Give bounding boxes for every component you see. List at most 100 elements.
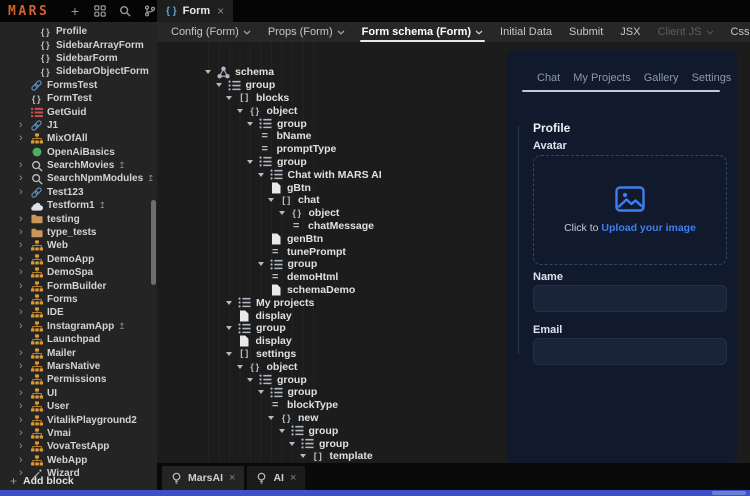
chevron-right-icon[interactable]: › (19, 415, 30, 426)
tree-node-group-20[interactable]: group (157, 322, 505, 335)
tree-node-demohtml-16[interactable]: =demoHtml (157, 271, 505, 284)
tree-node-bname-5[interactable]: =bName (157, 130, 505, 143)
tab-config-form[interactable]: Config (Form) (169, 22, 253, 42)
tree-node-group-7[interactable]: group (157, 156, 505, 169)
chevron-expanded-icon[interactable] (247, 160, 258, 164)
tree-node-display-19[interactable]: display (157, 309, 505, 322)
chevron-expanded-icon[interactable] (247, 378, 258, 382)
sidebar-item-profile[interactable]: { }Profile (0, 25, 157, 38)
chevron-expanded-icon[interactable] (226, 96, 237, 100)
tab-client-js[interactable]: Client JS (655, 22, 715, 42)
sidebar-item-sidebarobjectform[interactable]: { }SidebarObjectForm (0, 65, 157, 78)
sidebar-item-instagramapp[interactable]: ›InstagramApp↥ (0, 320, 157, 333)
chevron-expanded-icon[interactable] (247, 122, 258, 126)
statusbar-scroll-thumb[interactable] (712, 491, 746, 495)
avatar-upload-dropzone[interactable]: Click to Upload your image (533, 155, 727, 265)
sidebar-item-searchmovies[interactable]: ›SearchMovies↥ (0, 159, 157, 172)
tree-node-template-30[interactable]: [ ]template (157, 450, 505, 463)
sidebar-item-webapp[interactable]: ›WebApp (0, 454, 157, 467)
chevron-right-icon[interactable]: › (19, 227, 30, 238)
chevron-expanded-icon[interactable] (279, 211, 290, 215)
chevron-right-icon[interactable]: › (19, 294, 30, 305)
search-icon[interactable] (118, 4, 132, 18)
chevron-expanded-icon[interactable] (226, 326, 237, 330)
sidebar-item-testform1[interactable]: Testform1↥ (0, 199, 157, 212)
tab-initial-data[interactable]: Initial Data (498, 22, 554, 42)
close-icon[interactable]: × (217, 4, 224, 18)
sidebar-item-forms[interactable]: ›Forms (0, 293, 157, 306)
chevron-right-icon[interactable]: › (19, 120, 30, 131)
sidebar-item-testing[interactable]: ›testing (0, 212, 157, 225)
bottom-tab-marsai[interactable]: MarsAI× (162, 466, 244, 490)
sidebar-item-mailer[interactable]: ›Mailer (0, 346, 157, 359)
sidebar-item-openaibasics[interactable]: OpenAiBasics (0, 146, 157, 159)
tree-node-group-25[interactable]: group (157, 386, 505, 399)
tree-node-schemademo-17[interactable]: schemaDemo (157, 284, 505, 297)
preview-tab-gallery[interactable]: Gallery (644, 72, 679, 84)
chevron-right-icon[interactable]: › (19, 321, 30, 332)
preview-tab-settings[interactable]: Settings (692, 72, 732, 84)
chevron-expanded-icon[interactable] (258, 173, 269, 177)
sidebar-item-formbuilder[interactable]: ›FormBuilder (0, 279, 157, 292)
tree-node-prompttype-6[interactable]: =promptType (157, 143, 505, 156)
chevron-right-icon[interactable]: › (19, 348, 30, 359)
tree-node-settings-22[interactable]: [ ]settings (157, 348, 505, 361)
sidebar-item-demoapp[interactable]: ›DemoApp (0, 253, 157, 266)
tree-node-my-projects-18[interactable]: My projects (157, 296, 505, 309)
sidebar-item-vitalikplayground2[interactable]: ›VitalikPlayground2 (0, 413, 157, 426)
sidebar-item-j1[interactable]: ›J1 (0, 119, 157, 132)
tree-node-group-28[interactable]: group (157, 424, 505, 437)
chevron-right-icon[interactable]: › (19, 307, 30, 318)
chevron-expanded-icon[interactable] (216, 83, 227, 87)
sidebar-scrollbar-thumb[interactable] (151, 200, 156, 285)
chevron-expanded-icon[interactable] (205, 70, 216, 74)
chevron-expanded-icon[interactable] (237, 109, 248, 113)
sidebar-item-type-tests[interactable]: ›type_tests (0, 226, 157, 239)
tree-node-new-27[interactable]: { }new (157, 412, 505, 425)
email-input[interactable] (533, 338, 727, 365)
sidebar-item-vmai[interactable]: ›Vmai (0, 427, 157, 440)
sidebar-item-permissions[interactable]: ›Permissions (0, 373, 157, 386)
tab-props-form[interactable]: Props (Form) (266, 22, 347, 42)
chevron-expanded-icon[interactable] (226, 352, 237, 356)
tree-node-object-23[interactable]: { }object (157, 360, 505, 373)
chevron-right-icon[interactable]: › (19, 160, 30, 171)
grid-icon[interactable] (93, 4, 107, 18)
sidebar-item-marsnative[interactable]: ›MarsNative (0, 360, 157, 373)
tree-node-chat-with-mars-ai-8[interactable]: Chat with MARS AI (157, 168, 505, 181)
chevron-right-icon[interactable]: › (19, 361, 30, 372)
tree-node-tuneprompt-14[interactable]: =tunePrompt (157, 245, 505, 258)
tab-form-schema-form[interactable]: Form schema (Form) (360, 22, 485, 42)
sidebar-item-getguid[interactable]: GetGuid (0, 105, 157, 118)
close-icon[interactable]: × (290, 472, 296, 484)
preview-tab-my-projects[interactable]: My Projects (573, 72, 630, 84)
plus-icon[interactable]: + (68, 4, 82, 18)
git-branch-icon[interactable] (143, 4, 157, 18)
chevron-expanded-icon[interactable] (268, 416, 279, 420)
tree-node-group-24[interactable]: group (157, 373, 505, 386)
tree-node-object-3[interactable]: { }object (157, 104, 505, 117)
chevron-expanded-icon[interactable] (226, 301, 237, 305)
chevron-expanded-icon[interactable] (279, 429, 290, 433)
tree-node-genbtn-13[interactable]: genBtn (157, 232, 505, 245)
tree-node-group-1[interactable]: group (157, 79, 505, 92)
tree-node-blocktype-26[interactable]: =blockType (157, 399, 505, 412)
tree-node-blocks-2[interactable]: [ ]blocks (157, 92, 505, 105)
sidebar-item-sidebarform[interactable]: { }SidebarForm (0, 52, 157, 65)
chevron-right-icon[interactable]: › (19, 214, 30, 225)
upload-link[interactable]: Upload your image (601, 222, 696, 234)
sidebar-item-test123[interactable]: ›Test123 (0, 186, 157, 199)
chevron-expanded-icon[interactable] (268, 198, 279, 202)
chevron-right-icon[interactable]: › (19, 281, 30, 292)
name-input[interactable] (533, 285, 727, 312)
chevron-expanded-icon[interactable] (258, 262, 269, 266)
sidebar-item-mixofall[interactable]: ›MixOfAll (0, 132, 157, 145)
preview-tab-chat[interactable]: Chat (537, 72, 560, 84)
chevron-right-icon[interactable]: › (19, 267, 30, 278)
sidebar-item-ide[interactable]: ›IDE (0, 306, 157, 319)
chevron-expanded-icon[interactable] (258, 390, 269, 394)
tab-form[interactable]: { } Form × (157, 0, 233, 22)
chevron-right-icon[interactable]: › (19, 401, 30, 412)
sidebar-item-formstest[interactable]: FormsTest (0, 79, 157, 92)
tree-node-schema-0[interactable]: schema (157, 66, 505, 79)
